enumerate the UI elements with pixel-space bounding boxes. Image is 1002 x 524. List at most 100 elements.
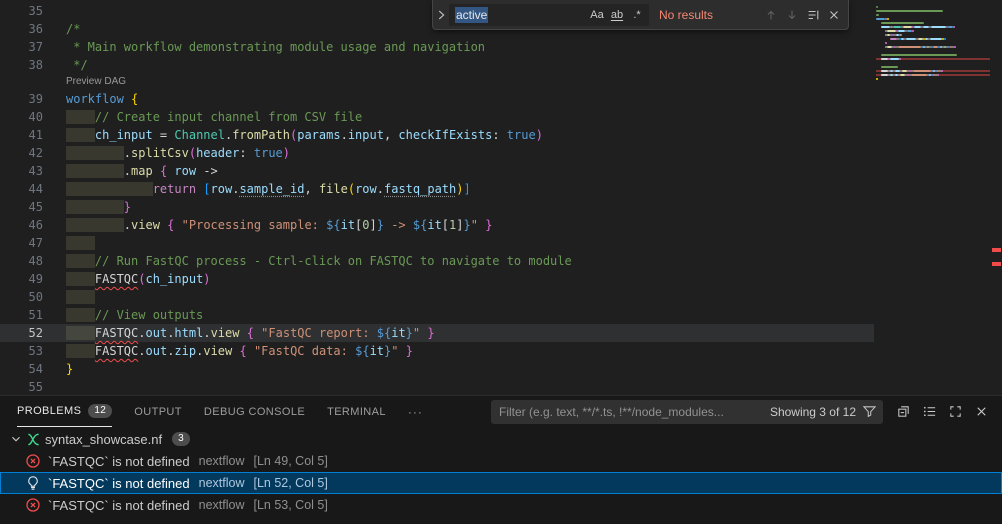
panel-header: PROBLEMS 12 OUTPUT DEBUG CONSOLE TERMINA… bbox=[0, 396, 1002, 427]
code-line-46[interactable]: 46 .view { "Processing sample: ${it[0]} … bbox=[0, 216, 874, 234]
code-line-41[interactable]: 41 ch_input = Channel.fromPath(params.in… bbox=[0, 126, 874, 144]
line-number: 38 bbox=[0, 56, 43, 74]
regex-icon[interactable]: .* bbox=[627, 5, 647, 25]
code-line-40[interactable]: 40 // Create input channel from CSV file bbox=[0, 108, 874, 126]
line-content: } bbox=[43, 200, 131, 214]
minimap-line bbox=[876, 10, 990, 12]
minimap-line bbox=[876, 34, 990, 36]
line-number: 37 bbox=[0, 38, 43, 56]
minimap-line bbox=[876, 30, 990, 32]
filter-result-count: Showing 3 of 12 bbox=[770, 405, 856, 419]
find-widget: active Aa ab .* No results bbox=[432, 0, 849, 30]
problem-row-2[interactable]: `FASTQC` is not definednextflow[Ln 52, C… bbox=[0, 472, 1002, 494]
minimap-line bbox=[876, 74, 990, 76]
more-tabs-icon[interactable]: ··· bbox=[408, 405, 423, 419]
problem-location: [Ln 53, Col 5] bbox=[253, 498, 327, 512]
toggle-replace-icon[interactable] bbox=[433, 0, 449, 29]
code-line-54[interactable]: 54} bbox=[0, 360, 874, 378]
line-number: 41 bbox=[0, 126, 43, 144]
problem-location: [Ln 52, Col 5] bbox=[253, 476, 327, 490]
problem-rows: `FASTQC` is not defined nextflow [Ln 49, C… bbox=[0, 450, 1002, 516]
problem-source: nextflow bbox=[199, 476, 245, 490]
code-line-38[interactable]: 38 */ bbox=[0, 56, 874, 74]
match-case-icon[interactable]: Aa bbox=[587, 5, 607, 25]
close-find-icon[interactable] bbox=[823, 4, 844, 25]
code-line-43[interactable]: 43 .map { row -> bbox=[0, 162, 874, 180]
overview-ruler[interactable] bbox=[990, 0, 1002, 395]
collapse-all-icon[interactable] bbox=[893, 401, 914, 422]
line-number: 53 bbox=[0, 342, 43, 360]
find-input[interactable]: active Aa ab .* bbox=[449, 4, 649, 26]
problem-source: nextflow bbox=[199, 498, 245, 512]
line-content: /* bbox=[43, 22, 80, 36]
line-number: 48 bbox=[0, 252, 43, 270]
filter-icon[interactable] bbox=[862, 404, 877, 419]
code-line-55[interactable]: 55 bbox=[0, 378, 874, 395]
lightbulb-icon bbox=[25, 475, 41, 491]
line-number: 54 bbox=[0, 360, 43, 378]
find-results-status: No results bbox=[659, 8, 713, 22]
problem-message: `FASTQC` is not defined bbox=[48, 498, 190, 513]
minimap[interactable] bbox=[876, 2, 990, 202]
line-content: FASTQC(ch_input) bbox=[43, 272, 211, 286]
chevron-down-icon[interactable] bbox=[8, 432, 24, 446]
line-content: .view { "Processing sample: ${it[0]} -> … bbox=[43, 218, 492, 232]
find-query[interactable]: active bbox=[455, 7, 488, 23]
error-icon bbox=[25, 453, 41, 469]
error-mark bbox=[992, 248, 1001, 252]
code-line-52[interactable]: 52 FASTQC.out.html.view { "FastQC report… bbox=[0, 324, 874, 342]
find-in-selection-icon[interactable] bbox=[802, 4, 823, 25]
line-content: */ bbox=[43, 58, 88, 72]
minimap-line bbox=[876, 54, 990, 56]
code-line-39[interactable]: 39workflow { bbox=[0, 90, 874, 108]
filter-input[interactable] bbox=[499, 405, 766, 419]
minimap-line bbox=[876, 46, 990, 48]
code-line-50[interactable]: 50 bbox=[0, 288, 874, 306]
tab-output[interactable]: OUTPUT bbox=[134, 396, 182, 427]
close-panel-icon[interactable] bbox=[971, 401, 992, 422]
code-editor[interactable]: 3536/*37 * Main workflow demonstrating m… bbox=[0, 0, 1002, 395]
code-line-53[interactable]: 53 FASTQC.out.zip.view { "FastQC data: $… bbox=[0, 342, 874, 360]
line-number: 46 bbox=[0, 216, 43, 234]
minimap-line bbox=[876, 82, 990, 84]
problem-row-1[interactable]: `FASTQC` is not definednextflow[Ln 49, C… bbox=[0, 450, 1002, 472]
line-number: 49 bbox=[0, 270, 43, 288]
line-content: FASTQC.out.html.view { "FastQC report: $… bbox=[43, 326, 435, 340]
tab-terminal[interactable]: TERMINAL bbox=[327, 396, 386, 427]
line-content: // View outputs bbox=[43, 308, 203, 322]
problem-location: [Ln 49, Col 5] bbox=[253, 454, 327, 468]
line-number: 45 bbox=[0, 198, 43, 216]
code-line-45[interactable]: 45 } bbox=[0, 198, 874, 216]
error-icon bbox=[25, 497, 41, 513]
line-number: 55 bbox=[0, 378, 43, 395]
whole-word-icon[interactable]: ab bbox=[607, 5, 627, 25]
minimap-line bbox=[876, 2, 990, 4]
minimap-line bbox=[876, 66, 990, 68]
code-line-44[interactable]: 44 return [row.sample_id, file(row.fastq… bbox=[0, 180, 874, 198]
line-number: 36 bbox=[0, 20, 43, 38]
code-line-49[interactable]: 49 FASTQC(ch_input) bbox=[0, 270, 874, 288]
code-line-51[interactable]: 51 // View outputs bbox=[0, 306, 874, 324]
code-line-37[interactable]: 37 * Main workflow demonstrating module … bbox=[0, 38, 874, 56]
problem-source: nextflow bbox=[199, 454, 245, 468]
line-number: 52 bbox=[0, 324, 43, 342]
view-as-table-icon[interactable] bbox=[919, 401, 940, 422]
tab-problems[interactable]: PROBLEMS 12 bbox=[17, 396, 112, 427]
next-match-icon[interactable] bbox=[781, 4, 802, 25]
tab-debug-console[interactable]: DEBUG CONSOLE bbox=[204, 396, 305, 427]
code-line-48[interactable]: 48 // Run FastQC process - Ctrl-click on… bbox=[0, 252, 874, 270]
code-lens-preview-dag[interactable]: Preview DAG bbox=[0, 74, 874, 90]
minimap-line bbox=[876, 62, 990, 64]
problems-list: syntax_showcase.nf 3 `FASTQC` is not def… bbox=[0, 428, 1002, 524]
problems-filter[interactable]: Showing 3 of 12 bbox=[491, 400, 883, 424]
previous-match-icon[interactable] bbox=[760, 4, 781, 25]
code-line-42[interactable]: 42 .splitCsv(header: true) bbox=[0, 144, 874, 162]
problem-row-3[interactable]: `FASTQC` is not defined nextflow [Ln 53, C… bbox=[0, 494, 1002, 516]
file-name: syntax_showcase.nf bbox=[45, 432, 162, 447]
maximize-panel-icon[interactable] bbox=[945, 401, 966, 422]
line-content: // Create input channel from CSV file bbox=[43, 110, 362, 124]
minimap-line bbox=[876, 42, 990, 44]
problems-count-badge: 12 bbox=[88, 404, 112, 418]
code-line-47[interactable]: 47 bbox=[0, 234, 874, 252]
problems-file-group[interactable]: syntax_showcase.nf 3 bbox=[0, 428, 1002, 450]
